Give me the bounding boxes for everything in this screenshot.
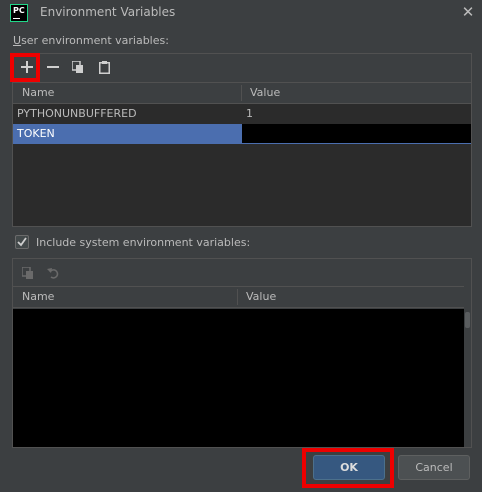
copy-button[interactable] (67, 56, 89, 78)
pycharm-logo-icon: PC (10, 4, 28, 22)
user-env-label-mnemonic: U (13, 34, 22, 47)
cancel-button[interactable]: Cancel (398, 455, 470, 480)
system-copy-button[interactable] (17, 262, 39, 284)
column-header-value[interactable]: Value (246, 290, 276, 303)
window-title: Environment Variables (40, 5, 176, 19)
undo-icon (46, 268, 58, 279)
row-value: 1 (246, 107, 253, 120)
remove-icon (47, 66, 59, 68)
user-env-label-text: ser environment variables: (21, 34, 169, 47)
app-icon-text: PC (13, 6, 25, 15)
paste-button[interactable] (93, 56, 115, 78)
column-divider (241, 85, 242, 101)
table-row-selected[interactable]: TOKEN (13, 124, 471, 144)
user-env-label: User environment variables: (13, 34, 169, 47)
include-system-label: Include system environment variables: (36, 236, 251, 249)
ok-button[interactable]: OK (313, 455, 385, 480)
paste-icon (98, 60, 110, 74)
system-table-scrollbar[interactable] (464, 309, 471, 447)
copy-icon (72, 60, 83, 73)
close-icon[interactable]: ✕ (458, 2, 478, 22)
copy-icon (22, 266, 33, 279)
column-header-name[interactable]: Name (22, 290, 54, 303)
scrollbar-thumb[interactable] (465, 312, 470, 328)
row-name: TOKEN (17, 127, 55, 140)
column-header-value[interactable]: Value (250, 86, 280, 99)
include-system-checkbox[interactable] (15, 235, 29, 249)
system-undo-button[interactable] (42, 262, 64, 284)
user-table-header: Name Value (13, 82, 471, 104)
column-divider (237, 289, 238, 305)
row-value-editor[interactable] (242, 124, 471, 144)
table-row[interactable]: PYTHONUNBUFFERED 1 (13, 104, 471, 124)
system-table-header: Name Value (13, 286, 464, 308)
column-header-name[interactable]: Name (22, 86, 54, 99)
system-env-table-body (13, 309, 464, 447)
remove-button[interactable] (42, 56, 64, 78)
add-button-highlight (10, 53, 40, 82)
checkmark-icon (17, 237, 27, 247)
row-name: PYTHONUNBUFFERED (17, 107, 137, 120)
user-env-table: Name Value PYTHONUNBUFFERED 1 TOKEN (13, 82, 471, 226)
user-env-toolbar (13, 54, 471, 82)
